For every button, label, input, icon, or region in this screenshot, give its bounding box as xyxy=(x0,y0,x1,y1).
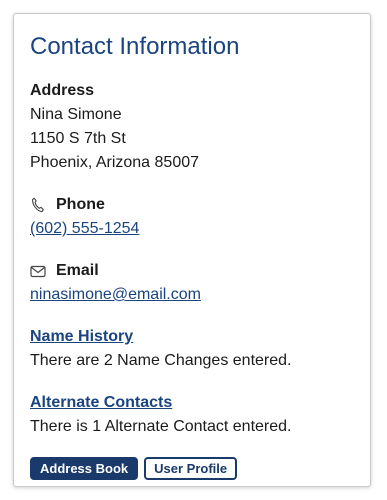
phone-heading-row: Phone xyxy=(30,193,354,217)
name-history-link[interactable]: Name History xyxy=(30,328,133,345)
email-heading: Email xyxy=(56,262,99,279)
alternate-contacts-summary: There is 1 Alternate Contact entered. xyxy=(30,418,292,435)
address-book-button[interactable]: Address Book xyxy=(30,457,139,480)
alternate-contacts-section: Alternate Contacts There is 1 Alternate … xyxy=(30,391,354,439)
phone-number-link[interactable]: (602) 555-1254 xyxy=(30,220,139,237)
address-street: 1150 S 7th St xyxy=(30,130,126,147)
address-name: Nina Simone xyxy=(30,106,122,123)
email-address-link[interactable]: ninasimone@email.com xyxy=(30,286,201,303)
email-heading-row: Email xyxy=(30,259,354,283)
address-section: Address Nina Simone 1150 S 7th St Phoeni… xyxy=(30,79,354,175)
user-profile-button[interactable]: User Profile xyxy=(144,457,238,480)
phone-heading: Phone xyxy=(56,196,105,213)
card-title: Contact Information xyxy=(30,33,240,60)
phone-section: Phone (602) 555-1254 xyxy=(30,193,354,241)
envelope-icon xyxy=(30,263,46,279)
address-heading: Address xyxy=(30,82,95,99)
phone-icon xyxy=(30,197,46,213)
address-city-state-zip: Phoenix, Arizona 85007 xyxy=(30,154,200,171)
contact-information-card: Contact Information Address Nina Simone … xyxy=(13,13,371,487)
email-section: Email ninasimone@email.com xyxy=(30,259,354,307)
name-history-summary: There are 2 Name Changes entered. xyxy=(30,352,292,369)
name-history-section: Name History There are 2 Name Changes en… xyxy=(30,325,354,373)
alternate-contacts-link[interactable]: Alternate Contacts xyxy=(30,394,172,411)
action-buttons: Address Book User Profile xyxy=(30,457,354,480)
